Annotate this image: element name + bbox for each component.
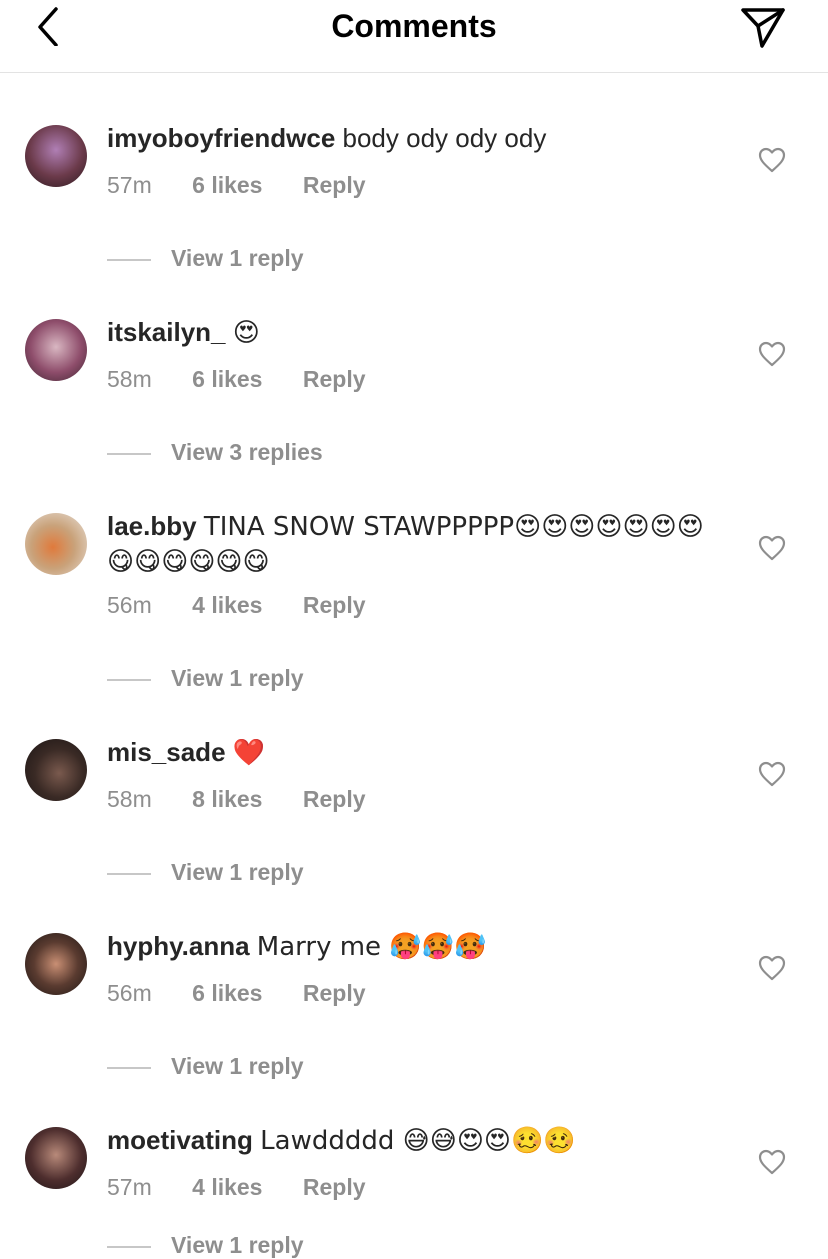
replies-divider: [107, 678, 151, 681]
view-replies-button[interactable]: View 3 replies: [107, 439, 323, 466]
comment-text: ❤️: [232, 738, 266, 768]
view-replies-button[interactable]: View 1 reply: [107, 1053, 304, 1080]
comment-meta: 58m 6 likes Reply: [107, 366, 366, 393]
comment-body: mis_sade ❤️: [107, 735, 717, 770]
view-replies-label: View 3 replies: [171, 439, 323, 465]
comment-likes[interactable]: 6 likes: [192, 172, 262, 199]
comment-time: 58m: [107, 366, 152, 392]
reply-button[interactable]: Reply: [303, 980, 366, 1007]
comment-meta: 58m 8 likes Reply: [107, 786, 366, 813]
comment-likes[interactable]: 6 likes: [192, 366, 262, 393]
replies-divider: [107, 258, 151, 261]
heart-icon[interactable]: [758, 341, 786, 367]
comment-body: itskailyn_ 😍: [107, 315, 717, 350]
comment-likes[interactable]: 8 likes: [192, 786, 262, 813]
view-replies-label: View 1 reply: [171, 859, 304, 885]
heart-icon[interactable]: [758, 761, 786, 787]
view-replies-button[interactable]: View 1 reply: [107, 245, 304, 272]
comment-text: Lawddddd 😅😅😍😍🥴🥴: [260, 1126, 576, 1156]
heart-icon[interactable]: [758, 147, 786, 173]
comment-likes[interactable]: 6 likes: [192, 980, 262, 1007]
header-bar: Comments: [0, 0, 828, 73]
comment-body: moetivating Lawddddd 😅😅😍😍🥴🥴: [107, 1123, 717, 1158]
comment-meta: 56m 6 likes Reply: [107, 980, 366, 1007]
heart-icon[interactable]: [758, 535, 786, 561]
avatar[interactable]: [25, 933, 87, 995]
comment-time: 56m: [107, 980, 152, 1006]
avatar[interactable]: [25, 1127, 87, 1189]
comment-username[interactable]: mis_sade: [107, 737, 226, 767]
replies-divider: [107, 452, 151, 455]
comment-meta: 57m 4 likes Reply: [107, 1174, 366, 1201]
comment-likes[interactable]: 4 likes: [192, 592, 262, 619]
view-replies-label: View 1 reply: [171, 1232, 304, 1258]
comment-text: body ody ody ody: [342, 123, 547, 153]
comment-text: 😍: [232, 318, 260, 348]
comment-text: TINA SNOW STAWPPPPP😍😍😍😍😍😍😍😋😋😋😋😋😋: [107, 512, 704, 577]
page-title: Comments: [331, 8, 497, 44]
comment-time: 57m: [107, 172, 152, 198]
comment-meta: 56m 4 likes Reply: [107, 592, 366, 619]
avatar[interactable]: [25, 319, 87, 381]
comment-body: lae.bby TINA SNOW STAWPPPPP😍😍😍😍😍😍😍😋😋😋😋😋😋: [107, 509, 717, 579]
heart-icon[interactable]: [758, 1149, 786, 1175]
reply-button[interactable]: Reply: [303, 172, 366, 199]
comment-body: hyphy.anna Marry me 🥵🥵🥵: [107, 929, 717, 964]
comment-time: 56m: [107, 592, 152, 618]
comment-body: imyoboyfriendwce body ody ody ody: [107, 121, 717, 155]
view-replies-label: View 1 reply: [171, 1053, 304, 1079]
paper-plane-icon: [741, 8, 785, 48]
comment-text: Marry me 🥵🥵🥵: [256, 932, 487, 962]
comment-username[interactable]: itskailyn_: [107, 317, 226, 347]
comment-username[interactable]: imyoboyfriendwce: [107, 123, 335, 153]
reply-button[interactable]: Reply: [303, 786, 366, 813]
view-replies-button[interactable]: View 1 reply: [107, 1232, 304, 1259]
avatar[interactable]: [25, 513, 87, 575]
reply-button[interactable]: Reply: [303, 592, 366, 619]
view-replies-label: View 1 reply: [171, 245, 304, 271]
heart-icon[interactable]: [758, 955, 786, 981]
avatar[interactable]: [25, 125, 87, 187]
avatar[interactable]: [25, 739, 87, 801]
reply-button[interactable]: Reply: [303, 1174, 366, 1201]
comment-time: 58m: [107, 786, 152, 812]
share-button[interactable]: [740, 6, 786, 50]
comment-username[interactable]: lae.bby: [107, 511, 197, 541]
replies-divider: [107, 872, 151, 875]
reply-button[interactable]: Reply: [303, 366, 366, 393]
view-replies-label: View 1 reply: [171, 665, 304, 691]
comment-meta: 57m 6 likes Reply: [107, 172, 366, 199]
view-replies-button[interactable]: View 1 reply: [107, 665, 304, 692]
comment-username[interactable]: hyphy.anna: [107, 931, 250, 961]
replies-divider: [107, 1245, 151, 1248]
comment-username[interactable]: moetivating: [107, 1125, 253, 1155]
view-replies-button[interactable]: View 1 reply: [107, 859, 304, 886]
comment-time: 57m: [107, 1174, 152, 1200]
comment-likes[interactable]: 4 likes: [192, 1174, 262, 1201]
replies-divider: [107, 1066, 151, 1069]
